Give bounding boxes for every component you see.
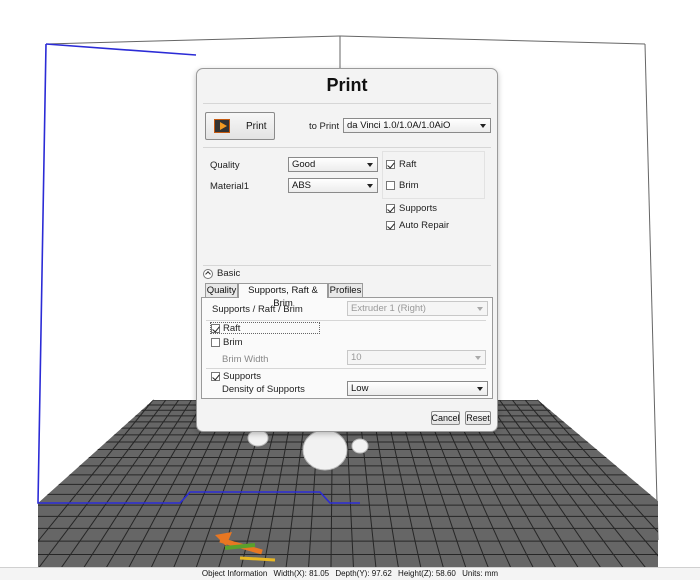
chevron-down-icon — [477, 387, 483, 391]
tab-supports-raft-brim[interactable]: Supports, Raft & Brim — [238, 283, 328, 309]
auto-repair-label: Auto Repair — [399, 220, 450, 231]
panel-supports-label: Supports — [223, 371, 262, 382]
chevron-down-icon — [480, 124, 486, 128]
supports-label: Supports — [399, 203, 438, 214]
printer-select-value: da Vinci 1.0/1.0A/1.0AiO — [347, 120, 451, 131]
raft-label: Raft — [399, 159, 417, 170]
brim-width-label: Brim Width — [222, 354, 269, 365]
panel-brim-label: Brim — [223, 337, 243, 348]
cancel-button[interactable]: Cancel — [431, 411, 460, 425]
brim-width-select[interactable]: 10 — [347, 350, 486, 365]
panel-supports-checkbox[interactable] — [211, 372, 220, 381]
supports-raft-brim-panel: Supports / Raft / Brim Extruder 1 (Right… — [201, 297, 493, 399]
divider — [203, 147, 491, 148]
brim-width-value: 10 — [351, 352, 362, 363]
quality-label: Quality — [210, 160, 240, 171]
extruder-select-value: Extruder 1 (Right) — [351, 303, 426, 314]
object-units: Units: mm — [462, 569, 499, 578]
dialog-title: Print — [326, 75, 368, 95]
object-width: Width(X): 81.05 — [273, 569, 330, 578]
collapse-toggle-icon[interactable] — [203, 269, 213, 279]
print-button[interactable]: Print — [205, 112, 275, 140]
material-label: Material1 — [210, 181, 250, 192]
quality-select[interactable]: Good — [288, 157, 378, 172]
printer-select[interactable]: da Vinci 1.0/1.0A/1.0AiO — [343, 118, 491, 133]
basic-label: Basic — [217, 268, 241, 279]
supports-checkbox[interactable] — [386, 204, 395, 213]
print-button-label: Print — [246, 120, 267, 132]
divider — [203, 265, 491, 266]
raft-brim-group — [382, 151, 485, 199]
density-of-supports-label: Density of Supports — [222, 384, 305, 395]
brim-label: Brim — [399, 180, 419, 191]
brim-checkbox[interactable] — [386, 181, 395, 190]
play-icon — [214, 119, 230, 133]
status-bar: Object Information Width(X): 81.05 Depth… — [0, 567, 700, 580]
object-depth: Depth(Y): 97.62 — [335, 569, 392, 578]
tab-profiles[interactable]: Profiles — [328, 283, 363, 297]
panel-brim-checkbox[interactable] — [211, 338, 220, 347]
material-select[interactable]: ABS — [288, 178, 378, 193]
print-dialog: Print Print to Print da Vinci 1.0/1.0A/1… — [196, 68, 498, 432]
panel-raft-label: Raft — [223, 323, 241, 334]
auto-repair-checkbox[interactable] — [386, 221, 395, 230]
reset-button[interactable]: Reset — [465, 411, 491, 425]
divider — [206, 368, 486, 369]
object-information-label: Object Information — [201, 569, 268, 578]
raft-checkbox[interactable] — [386, 160, 395, 169]
chevron-down-icon — [367, 184, 373, 188]
extruder-select[interactable]: Extruder 1 (Right) — [347, 301, 488, 316]
object-height: Height(Z): 58.60 — [398, 569, 456, 578]
tab-quality[interactable]: Quality — [205, 283, 238, 297]
divider — [206, 320, 486, 321]
chevron-down-icon — [477, 307, 483, 311]
divider — [203, 103, 491, 104]
density-select[interactable]: Low — [347, 381, 488, 396]
chevron-down-icon — [367, 163, 373, 167]
panel-raft-checkbox[interactable] — [211, 324, 220, 333]
density-select-value: Low — [351, 383, 369, 394]
to-print-label: to Print — [309, 121, 340, 132]
chevron-down-icon — [475, 356, 481, 360]
quality-select-value: Good — [292, 159, 316, 170]
material-select-value: ABS — [292, 180, 312, 191]
